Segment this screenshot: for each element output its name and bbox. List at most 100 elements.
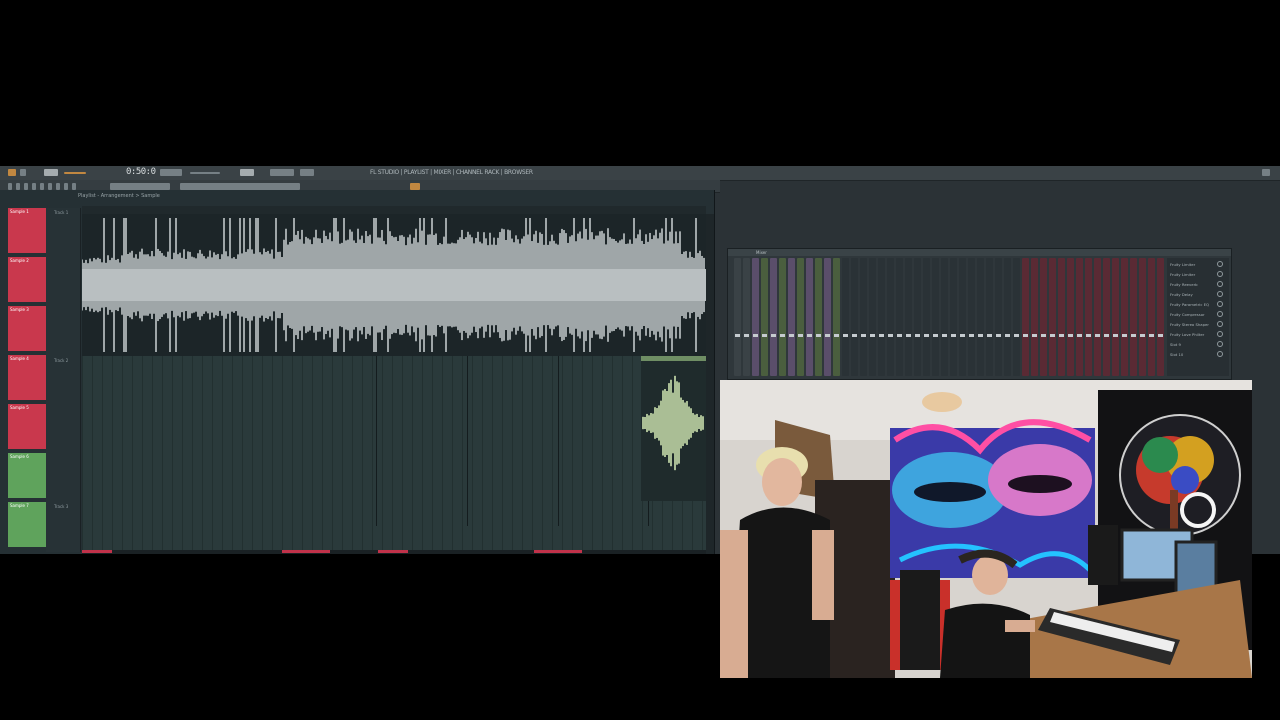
slip-icon[interactable] [40, 183, 44, 190]
pattern-song-toggle[interactable] [44, 169, 58, 176]
mixer-channel-strip[interactable] [1085, 258, 1092, 376]
mixer-channel-strip[interactable] [734, 258, 741, 376]
mixer-channel-strip[interactable] [941, 258, 948, 376]
fader-handle[interactable] [753, 334, 758, 337]
mixer-channel-strip[interactable] [1022, 258, 1029, 376]
mixer-channel-strip[interactable] [1049, 258, 1056, 376]
track-label-2[interactable]: Track 2 [54, 358, 68, 363]
fader-handle[interactable] [1104, 334, 1109, 337]
playback-icon[interactable] [72, 183, 76, 190]
fader-handle[interactable] [771, 334, 776, 337]
fader-handle[interactable] [942, 334, 947, 337]
fader-handle[interactable] [1059, 334, 1064, 337]
fader-handle[interactable] [924, 334, 929, 337]
channel-button[interactable]: Sample 6 [8, 453, 46, 498]
mixer-channel-strip[interactable] [779, 258, 786, 376]
fader-handle[interactable] [1122, 334, 1127, 337]
mixer-channel-strip[interactable] [968, 258, 975, 376]
fl-logo-icon[interactable] [8, 169, 16, 176]
mixer-channel-strip[interactable] [1130, 258, 1137, 376]
fader-handle[interactable] [1032, 334, 1037, 337]
fader-handle[interactable] [870, 334, 875, 337]
fader-handle[interactable] [960, 334, 965, 337]
mixer-channel-strip[interactable] [752, 258, 759, 376]
mixer-channel-strip[interactable] [905, 258, 912, 376]
fader-handle[interactable] [807, 334, 812, 337]
zoom-icon[interactable] [64, 183, 68, 190]
mixer-channel-strip[interactable] [1058, 258, 1065, 376]
mixer-channel-strip[interactable] [1112, 258, 1119, 376]
insert-slot[interactable]: Fruity Stereo Shaper [1170, 322, 1214, 327]
fader-handle[interactable] [1140, 334, 1145, 337]
fader-handle[interactable] [996, 334, 1001, 337]
fader-handle[interactable] [843, 334, 848, 337]
fader-handle[interactable] [1005, 334, 1010, 337]
mixer-channel-strip[interactable] [923, 258, 930, 376]
insert-mix-knob[interactable] [1217, 331, 1223, 337]
mixer-channel-strip[interactable] [770, 258, 777, 376]
mute-icon[interactable] [32, 183, 36, 190]
channel-button[interactable]: Sample 4 [8, 355, 46, 400]
fader-handle[interactable] [1095, 334, 1100, 337]
fader-handle[interactable] [1113, 334, 1118, 337]
delete-icon[interactable] [24, 183, 28, 190]
mixer-channel-strip[interactable] [842, 258, 849, 376]
fader-handle[interactable] [834, 334, 839, 337]
mixer-channel-strip[interactable] [869, 258, 876, 376]
insert-slot[interactable]: Fruity Compressor [1170, 312, 1214, 317]
mixer-channel-strip[interactable] [815, 258, 822, 376]
insert-slot[interactable]: Slot 10 [1170, 352, 1214, 357]
insert-slot[interactable]: Fruity Delay [1170, 292, 1214, 297]
mixer-channel-strip[interactable] [761, 258, 768, 376]
insert-mix-knob[interactable] [1217, 311, 1223, 317]
insert-slot[interactable]: Fruity Limiter [1170, 262, 1214, 267]
fader-handle[interactable] [798, 334, 803, 337]
fader-handle[interactable] [1068, 334, 1073, 337]
fader-handle[interactable] [789, 334, 794, 337]
fader-handle[interactable] [1014, 334, 1019, 337]
mixer-channel-strip[interactable] [1157, 258, 1164, 376]
channel-button[interactable]: Sample 2 [8, 257, 46, 302]
mixer-header[interactable]: Mixer [728, 249, 1231, 256]
mixer-channel-strip[interactable] [932, 258, 939, 376]
fader-handle[interactable] [987, 334, 992, 337]
channel-button[interactable]: Sample 1 [8, 208, 46, 253]
mixer-channel-strip[interactable] [1040, 258, 1047, 376]
fader-handle[interactable] [888, 334, 893, 337]
mixer-channel-strip[interactable] [1031, 258, 1038, 376]
mixer-channel-strip[interactable] [959, 258, 966, 376]
mixer-channel-strip[interactable] [887, 258, 894, 376]
slice-icon[interactable] [48, 183, 52, 190]
fader-handle[interactable] [852, 334, 857, 337]
record-icon[interactable] [410, 183, 420, 190]
mixer-channel-strip[interactable] [1121, 258, 1128, 376]
brush-icon[interactable] [16, 183, 20, 190]
mixer-channel-strip[interactable] [1076, 258, 1083, 376]
mixer-channel-strip[interactable] [833, 258, 840, 376]
insert-mix-knob[interactable] [1217, 351, 1223, 357]
fader-handle[interactable] [915, 334, 920, 337]
mixer-channel-strip[interactable] [1013, 258, 1020, 376]
mixer-channel-strip[interactable] [860, 258, 867, 376]
mixer-channel-strip[interactable] [896, 258, 903, 376]
mixer-channel-strip[interactable] [1103, 258, 1110, 376]
fader-handle[interactable] [969, 334, 974, 337]
mixer-channel-strip[interactable] [743, 258, 750, 376]
horizontal-scrollbar[interactable] [82, 550, 706, 554]
channel-button[interactable]: Sample 3 [8, 306, 46, 351]
audio-clip-waveform[interactable] [82, 214, 706, 356]
fader-handle[interactable] [744, 334, 749, 337]
channel-button[interactable]: Sample 5 [8, 404, 46, 449]
mixer-channel-strip[interactable] [797, 258, 804, 376]
toolbar-buttons-2[interactable] [180, 183, 300, 190]
insert-slot[interactable]: Fruity Reeverb [1170, 282, 1214, 287]
master-volume-slider[interactable] [190, 172, 220, 174]
mixer-channel-strip[interactable] [1148, 258, 1155, 376]
fader-handle[interactable] [762, 334, 767, 337]
tempo-slider[interactable] [64, 172, 86, 174]
insert-slot[interactable]: Fruity Limiter [1170, 272, 1214, 277]
mixer-channel-strip[interactable] [806, 258, 813, 376]
insert-mix-knob[interactable] [1217, 261, 1223, 267]
fader-handle[interactable] [816, 334, 821, 337]
mixer-channel-strip[interactable] [788, 258, 795, 376]
